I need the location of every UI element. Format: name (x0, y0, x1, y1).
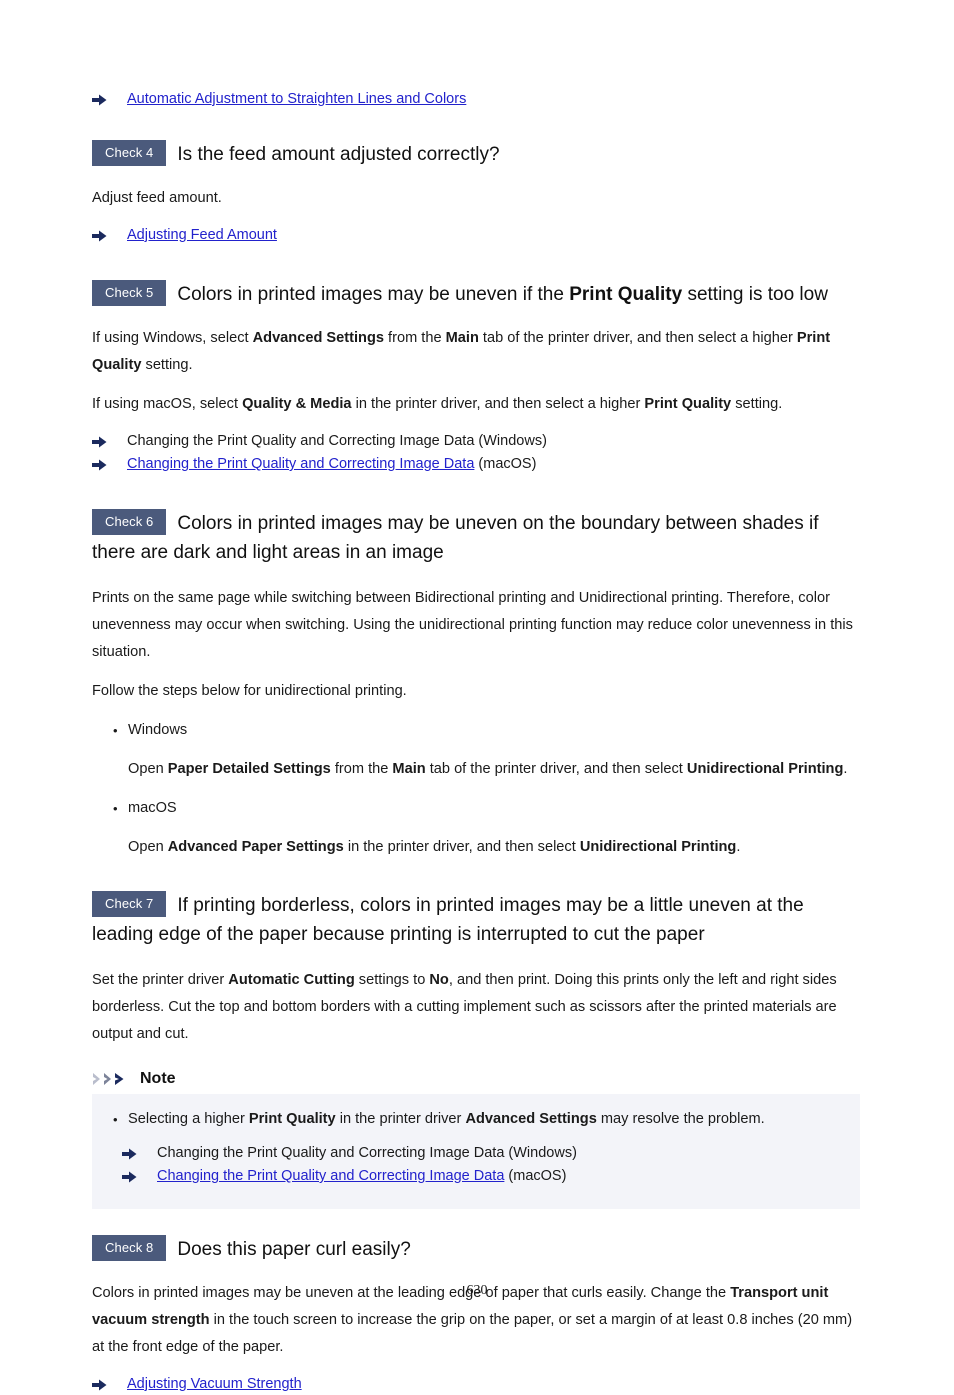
check-5-badge: Check 5 (92, 280, 167, 306)
list-item-windows: Windows (92, 717, 860, 744)
arrow-right-icon (92, 88, 108, 110)
link-adjusting-feed-amount[interactable]: Adjusting Feed Amount (127, 224, 277, 246)
chevrons-right-icon (92, 1071, 132, 1087)
text-changing-print-quality-windows: Changing the Print Quality and Correctin… (157, 1145, 577, 1161)
check-6-paragraph-1: Prints on the same page while switching … (92, 590, 853, 660)
check-7-title: If printing borderless, colors in printe… (92, 895, 804, 945)
list-item[interactable]: Automatic Adjustment to Straighten Lines… (92, 88, 860, 110)
check-7-badge: Check 7 (92, 891, 167, 917)
link-text[interactable]: Changing the Print Quality and Correctin… (157, 1168, 504, 1184)
link-changing-print-quality-macos[interactable]: Changing the Print Quality and Correctin… (127, 453, 536, 475)
list-item-macos: macOS (92, 795, 860, 822)
check-6-title: Colors in printed images may be uneven o… (92, 513, 819, 563)
arrow-right-icon (92, 453, 108, 475)
list-item[interactable]: Adjusting Feed Amount (92, 224, 860, 246)
check-8-heading: Check 8 Does this paper curl easily? (92, 1235, 860, 1264)
check-4-heading: Check 4 Is the feed amount adjusted corre… (92, 140, 860, 169)
list-item[interactable]: Changing the Print Quality and Correctin… (122, 1142, 860, 1164)
arrow-right-icon (122, 1142, 138, 1164)
list-item[interactable]: Adjusting Vacuum Strength (92, 1373, 860, 1395)
note-bullet-list: Selecting a higher Print Quality in the … (92, 1106, 860, 1133)
link-suffix: (macOS) (474, 456, 537, 472)
arrow-right-icon (92, 430, 108, 452)
link-automatic-adjustment[interactable]: Automatic Adjustment to Straighten Lines… (127, 88, 466, 110)
check-6-heading: Check 6 Colors in printed images may be u… (92, 509, 860, 567)
link-adjusting-vacuum-strength[interactable]: Adjusting Vacuum Strength (127, 1373, 302, 1395)
note-panel: Selecting a higher Print Quality in the … (92, 1094, 860, 1209)
check-5-title-pre: Colors in printed images may be uneven i… (177, 284, 570, 305)
document-page: Automatic Adjustment to Straighten Lines… (0, 0, 954, 1392)
check-5-paragraph-1: If using Windows, select Advanced Settin… (92, 330, 831, 373)
arrow-right-icon (122, 1165, 138, 1187)
check-6-badge: Check 6 (92, 509, 167, 535)
list-item: Selecting a higher Print Quality in the … (92, 1106, 860, 1133)
page-content: Automatic Adjustment to Straighten Lines… (92, 88, 860, 1395)
check-5-title: Colors in printed images may be uneven i… (177, 284, 828, 305)
link-text[interactable]: Changing the Print Quality and Correctin… (127, 456, 474, 472)
page-number: 630 (466, 1283, 488, 1298)
check-5-title-bold: Print Quality (569, 284, 683, 305)
check-8-title: Does this paper curl easily? (177, 1239, 411, 1260)
check-4-body: Adjust feed amount. (92, 190, 222, 206)
check-6-windows-instructions: Open Paper Detailed Settings from the Ma… (128, 761, 848, 777)
note-label: Note (140, 1070, 176, 1087)
check-7-heading: Check 7 If printing borderless, colors in… (92, 891, 860, 949)
check-4-title: Is the feed amount adjusted correctly? (177, 144, 500, 165)
check-7-paragraph-1: Set the printer driver Automatic Cutting… (92, 972, 837, 1042)
check-5-title-post: setting is too low (682, 284, 828, 305)
check-6-macos-instructions: Open Advanced Paper Settings in the prin… (128, 839, 741, 855)
check-4-badge: Check 4 (92, 140, 167, 166)
check-6-paragraph-2: Follow the steps below for unidirectiona… (92, 683, 407, 699)
link-changing-print-quality-macos[interactable]: Changing the Print Quality and Correctin… (157, 1165, 566, 1187)
list-item[interactable]: Changing the Print Quality and Correctin… (122, 1165, 860, 1187)
check-6-steps-list: Windows (92, 717, 860, 744)
list-item[interactable]: Changing the Print Quality and Correctin… (92, 453, 860, 475)
link-suffix: (macOS) (504, 1168, 567, 1184)
check-8-badge: Check 8 (92, 1235, 167, 1261)
check-6-steps-list-macos: macOS (92, 795, 860, 822)
note-header: Note (92, 1070, 860, 1088)
arrow-right-icon (92, 1373, 108, 1395)
check-5-paragraph-2: If using macOS, select Quality & Media i… (92, 396, 783, 412)
list-item[interactable]: Changing the Print Quality and Correctin… (92, 430, 860, 452)
text-changing-print-quality-windows: Changing the Print Quality and Correctin… (127, 433, 547, 449)
note-links: Changing the Print Quality and Correctin… (92, 1142, 860, 1187)
check-5-heading: Check 5 Colors in printed images may be u… (92, 280, 860, 309)
arrow-right-icon (92, 224, 108, 246)
